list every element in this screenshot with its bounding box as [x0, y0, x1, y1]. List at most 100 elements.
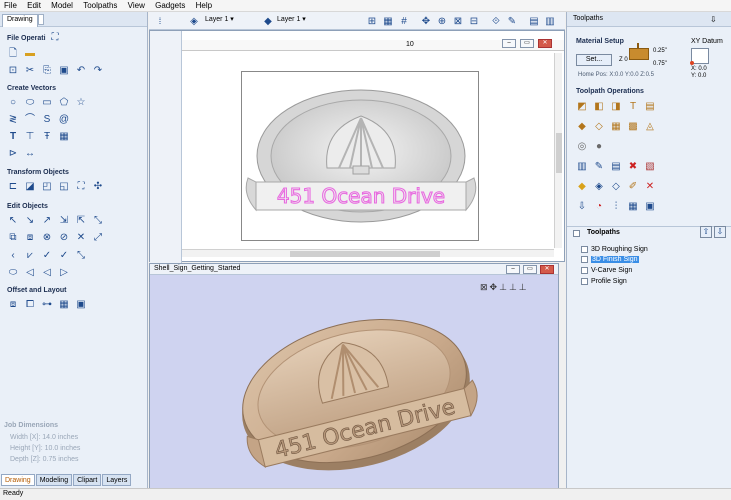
rectangle-icon[interactable]: ▭	[40, 96, 54, 110]
3d-finish-icon[interactable]: ●	[592, 140, 606, 154]
circle-icon[interactable]: ○	[6, 96, 20, 110]
finish-toolpath-icon[interactable]: ◇	[592, 120, 606, 134]
polyline-icon[interactable]: ≷	[6, 113, 20, 127]
menu-model[interactable]: Model	[47, 0, 77, 11]
flip-icon[interactable]: ◁	[40, 266, 54, 280]
tool-icon[interactable]: ⫶	[609, 200, 623, 214]
view-split-icon[interactable]: ▥	[543, 14, 557, 28]
toolpath-checkbox[interactable]	[581, 246, 588, 253]
menu-help[interactable]: Help	[192, 0, 216, 11]
texture-toolpath-icon[interactable]: ▩	[626, 120, 640, 134]
size-icon[interactable]: ⛶	[74, 180, 88, 194]
offset-icon[interactable]: ⧈	[6, 298, 20, 312]
material-set-button[interactable]: Set...	[576, 54, 612, 66]
scale-icon[interactable]: ◰	[40, 180, 54, 194]
drilling-toolpath-icon[interactable]: ◨	[609, 100, 623, 114]
reset-preview-icon[interactable]: ◇	[609, 180, 623, 194]
xy-datum-picker[interactable]	[690, 48, 709, 65]
tab-layers[interactable]: Layers	[102, 474, 132, 486]
toolpath-checkbox[interactable]	[581, 267, 588, 274]
move-icon[interactable]: ⊏	[6, 180, 20, 194]
ellipse-icon[interactable]: ⬭	[23, 96, 37, 110]
measure-icon[interactable]: ↔	[23, 147, 37, 161]
bridge-icon[interactable]: ◁	[23, 266, 37, 280]
paste-icon[interactable]: ▣	[57, 64, 71, 78]
new-file-icon[interactable]: 🗋	[6, 47, 20, 61]
view2d-close-button[interactable]: ✕	[538, 39, 552, 48]
3d-rough-icon[interactable]: ◎	[575, 140, 589, 154]
drawing-view-2d[interactable]: 10 – ▭ ✕ 451 Ocean Drive	[149, 30, 565, 263]
sheet-icon[interactable]: ▦	[626, 200, 640, 214]
text-icon[interactable]: T	[6, 130, 20, 144]
menu-gadgets[interactable]: Gadgets	[151, 0, 189, 11]
toolpath-checkbox[interactable]	[581, 256, 588, 263]
view3d-minimize-button[interactable]: –	[506, 265, 520, 274]
drawing-tab[interactable]: Drawing	[2, 14, 38, 27]
toolpath-database-icon[interactable]: ▧	[643, 160, 657, 174]
sign-text-2d[interactable]: 451 Ocean Drive	[276, 183, 445, 208]
arc-icon[interactable]: ⌒	[23, 113, 37, 127]
toolpath-checkbox[interactable]	[581, 278, 588, 285]
intersect-icon[interactable]: ⊗	[40, 231, 54, 245]
menu-toolpaths[interactable]: Toolpaths	[79, 0, 121, 11]
star-icon[interactable]: ☆	[74, 96, 88, 110]
menu-file[interactable]: File	[0, 0, 21, 11]
inlay-toolpath-icon[interactable]: ▤	[643, 100, 657, 114]
snap-icon[interactable]: ⊞	[365, 14, 379, 28]
view2d-hscroll-thumb[interactable]	[290, 251, 440, 257]
polygon-icon[interactable]: ⬠	[57, 96, 71, 110]
toolpath-item[interactable]: V-Carve Sign	[581, 267, 632, 274]
preview-view-3d[interactable]: Shell_Sign_Getting_Started – ▭ ✕ ⊠ ✥ ⊥ ⊥…	[149, 263, 559, 490]
view3d-maximize-button[interactable]: ▭	[523, 265, 537, 274]
rough-toolpath-icon[interactable]: ◆	[575, 120, 589, 134]
spiral-icon[interactable]: @	[57, 113, 71, 127]
delete-toolpath-icon[interactable]: ✖	[626, 160, 640, 174]
grid-icon[interactable]: #	[397, 14, 411, 28]
undo-icon[interactable]: ↶	[74, 64, 88, 78]
job-sheet-icon[interactable]: ✕	[643, 180, 657, 194]
break-icon[interactable]: ⤡	[74, 249, 88, 263]
timer-icon[interactable]: ◔	[592, 200, 606, 214]
dimension-icon[interactable]: ⊳	[6, 147, 20, 161]
pocket-toolpath-icon[interactable]: ◧	[592, 100, 606, 114]
profile-toolpath-icon[interactable]: ◩	[575, 100, 589, 114]
bitmap-trace-icon[interactable]: ▦	[57, 130, 71, 144]
cut-icon[interactable]: ✂	[23, 64, 37, 78]
preview-all-icon[interactable]: ◈	[592, 180, 606, 194]
layer-arrow-icon[interactable]: ◆	[261, 14, 275, 28]
view3d-close-button[interactable]: ✕	[540, 265, 554, 274]
smooth-icon[interactable]: ⇱	[74, 214, 88, 228]
center-icon[interactable]: ✣	[91, 180, 105, 194]
view2d-minimize-button[interactable]: –	[502, 39, 516, 48]
rotate-icon[interactable]: ◱	[57, 180, 71, 194]
save-toolpath-icon[interactable]: ▣	[643, 200, 657, 214]
node-edit-icon[interactable]: ↘	[23, 214, 37, 228]
pin-icon[interactable]	[38, 14, 44, 25]
toolpath-item-selected[interactable]: 3D Finish Sign	[581, 256, 639, 263]
align-icon[interactable]: ◪	[23, 180, 37, 194]
block-copy-icon[interactable]: ▣	[74, 298, 88, 312]
nesting-icon[interactable]: ⊶	[40, 298, 54, 312]
view2d-vertical-scrollbar[interactable]	[554, 53, 562, 248]
select-all-icon[interactable]: ⟐	[489, 14, 503, 28]
fit-icon[interactable]: ⊡	[6, 64, 20, 78]
menu-edit[interactable]: Edit	[23, 0, 45, 11]
subtract-icon[interactable]: ⧈	[23, 231, 37, 245]
curve-icon[interactable]: S	[40, 113, 54, 127]
interactive-select-icon[interactable]: ↗	[40, 214, 54, 228]
transform-icon[interactable]: ⇲	[57, 214, 71, 228]
zoom-box-icon[interactable]: ⊟	[467, 14, 481, 28]
text-on-curve-icon[interactable]: Ŧ	[40, 130, 54, 144]
close-vector-icon[interactable]: ✓	[57, 249, 71, 263]
ruler-icon[interactable]: ▦	[381, 14, 395, 28]
fillet-offset-icon[interactable]: ⧠	[23, 298, 37, 312]
view-2d-icon[interactable]: ▤	[527, 14, 541, 28]
tool-database-icon[interactable]: ✐	[626, 180, 640, 194]
view2d-horizontal-scrollbar[interactable]	[182, 249, 554, 257]
job-material-area[interactable]: 451 Ocean Drive	[241, 71, 479, 241]
vcarve-toolpath-icon[interactable]: T	[626, 100, 640, 114]
toolpath-templates-icon[interactable]: ▥	[575, 160, 589, 174]
extend-icon[interactable]: ⤢	[91, 231, 105, 245]
weld-icon[interactable]: ⧉	[6, 231, 20, 245]
select-mode-icon[interactable]: ⛶	[48, 31, 62, 45]
